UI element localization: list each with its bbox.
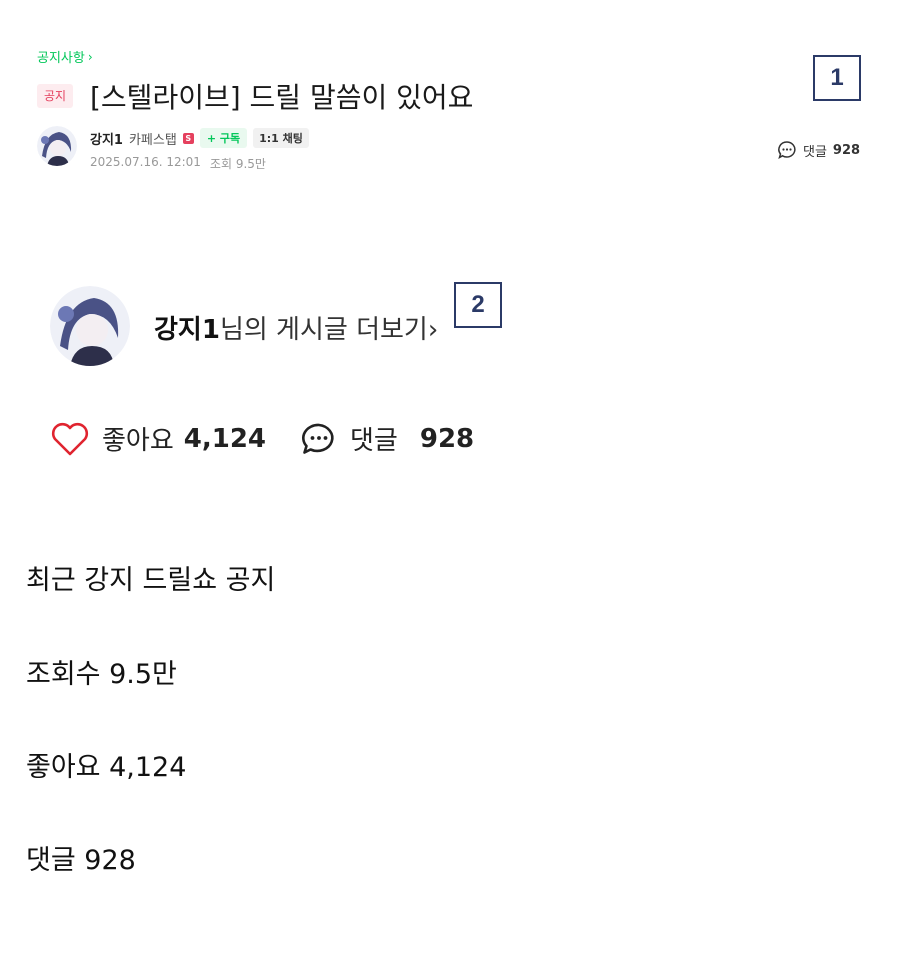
board-link[interactable]: 공지사항 ›: [37, 47, 93, 67]
notice-badge: 공지: [37, 84, 74, 108]
author-row: 강지1 카페스탭 S + 구독 1:1 채팅: [90, 128, 309, 148]
body-line: 조회수 9.5만: [26, 659, 177, 690]
post-title: [스텔라이브] 드릴 말씀이 있어요: [90, 81, 474, 114]
post-date: 2025.07.16. 12:01: [90, 155, 201, 169]
chevron-right-icon: ›: [87, 49, 93, 64]
avatar-image: [50, 286, 130, 366]
comment-count: 928: [419, 423, 475, 454]
heart-icon[interactable]: [50, 421, 90, 457]
chevron-right-icon: ›: [427, 315, 439, 345]
subscribe-button[interactable]: + 구독: [199, 128, 248, 148]
more-posts-text: 님의 게시글 더보기: [219, 315, 428, 345]
like-count: 4,124: [183, 423, 267, 454]
more-posts-author: 강지1: [154, 315, 220, 345]
reaction-bar: 좋아요 4,124 댓글 928: [50, 420, 474, 457]
body-line: 좋아요 4,124: [26, 752, 187, 783]
staff-grade-icon: S: [182, 132, 194, 144]
body-line: 댓글 928: [26, 845, 136, 876]
body-line: 최근 강지 드릴쇼 공지: [26, 565, 276, 596]
post-meta: 2025.07.16. 12:01 조회 9.5만: [90, 155, 266, 172]
comment-count: 928: [832, 142, 861, 158]
like-label: 좋아요: [102, 426, 174, 456]
more-posts-link[interactable]: 강지1님의 게시글 더보기›: [154, 309, 438, 346]
comment-bubble-icon[interactable]: [300, 421, 338, 457]
board-link-label: 공지사항: [37, 51, 85, 66]
chat-button[interactable]: 1:1 채팅: [253, 128, 309, 148]
author-avatar[interactable]: [37, 126, 77, 166]
avatar-image: [37, 126, 77, 166]
comment-label: 댓글: [803, 144, 827, 160]
author-name[interactable]: 강지1: [90, 129, 123, 148]
author-avatar-large[interactable]: [50, 286, 130, 366]
comment-label: 댓글: [350, 426, 398, 456]
comment-bubble-icon: [778, 141, 796, 160]
annotation-marker-2: 2: [454, 282, 502, 328]
annotation-marker-1: 1: [813, 55, 861, 101]
author-grade: 카페스탭: [128, 132, 177, 148]
comment-link-top[interactable]: 댓글 928: [777, 140, 860, 160]
post-views: 조회 9.5만: [209, 157, 266, 171]
